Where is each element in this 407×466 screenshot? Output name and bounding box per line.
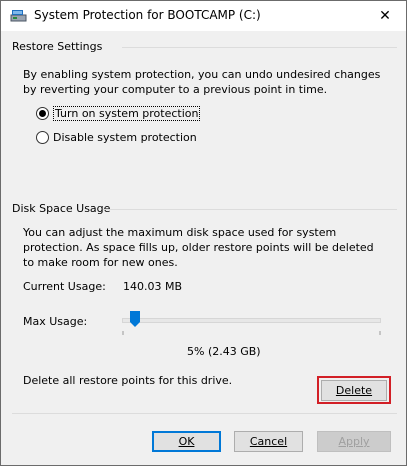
current-usage-value: 140.03 MB <box>123 280 183 293</box>
delete-button[interactable]: Delete <box>321 380 387 401</box>
group-divider <box>103 209 397 210</box>
close-button[interactable]: ✕ <box>364 1 406 31</box>
apply-button[interactable]: Apply <box>317 431 391 452</box>
delete-description: Delete all restore points for this drive… <box>23 374 233 387</box>
radio-checked-icon[interactable] <box>36 107 49 120</box>
drive-protection-icon <box>10 8 27 24</box>
system-protection-dialog: System Protection for BOOTCAMP (C:) ✕ Re… <box>0 0 407 466</box>
close-icon: ✕ <box>379 8 391 24</box>
dialog-content: Restore Settings By enabling system prot… <box>1 31 406 465</box>
max-usage-value: 5% (2.43 GB) <box>187 345 261 358</box>
max-usage-slider-track[interactable] <box>122 318 381 323</box>
window-title: System Protection for BOOTCAMP (C:) <box>34 8 261 22</box>
cancel-button[interactable]: Cancel <box>234 431 303 452</box>
slider-ticks <box>122 331 381 335</box>
restore-settings-label: Restore Settings <box>12 40 103 53</box>
turn-on-protection-radio[interactable]: Turn on system protection <box>36 106 201 121</box>
current-usage-label: Current Usage: <box>23 280 106 293</box>
footer-separator <box>12 413 397 414</box>
radio-unchecked-icon[interactable] <box>36 131 49 144</box>
disk-space-description: You can adjust the maximum disk space us… <box>23 226 374 269</box>
title-bar: System Protection for BOOTCAMP (C:) ✕ <box>1 1 406 31</box>
max-usage-label: Max Usage: <box>23 315 88 328</box>
restore-description: By enabling system protection, you can u… <box>23 68 381 96</box>
max-usage-slider-thumb[interactable] <box>130 311 140 327</box>
radio-label: Disable system protection <box>53 131 197 144</box>
radio-label: Turn on system protection <box>53 106 201 121</box>
group-divider <box>122 47 397 48</box>
disk-space-label: Disk Space Usage <box>12 202 111 215</box>
ok-button[interactable]: OK <box>152 431 221 452</box>
disable-protection-radio[interactable]: Disable system protection <box>36 131 197 144</box>
